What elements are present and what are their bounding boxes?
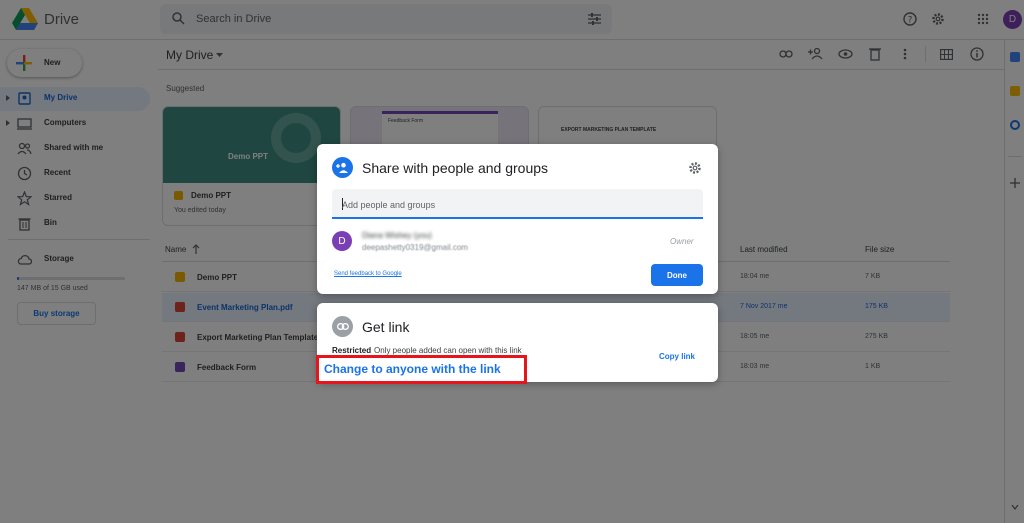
share-person-icon [332,157,353,178]
person-name: Diana Wishey (you) [362,231,432,240]
share-dialog: Share with people and groups Add people … [317,144,718,294]
highlight-annotation: Change to anyone with the link [316,355,527,384]
input-placeholder: Add people and groups [342,200,436,210]
dialog-title: Get link [362,319,410,335]
done-button[interactable]: Done [651,264,703,286]
share-settings-gear-icon[interactable] [688,161,702,175]
link-circle-icon [332,316,353,337]
add-people-input[interactable]: Add people and groups [332,189,703,219]
send-feedback-link[interactable]: Send feedback to Google [334,271,402,277]
copy-link-button[interactable]: Copy link [659,352,695,361]
person-role: Owner [670,237,694,246]
dialog-title: Share with people and groups [362,160,549,176]
change-to-anyone-link[interactable]: Change to anyone with the link [324,362,501,376]
restricted-description: Only people added can open with this lin… [374,346,522,355]
avatar: D [332,231,352,251]
person-email: deepashetty0319@gmail.com [362,243,468,252]
restricted-label: Restricted [332,346,372,355]
